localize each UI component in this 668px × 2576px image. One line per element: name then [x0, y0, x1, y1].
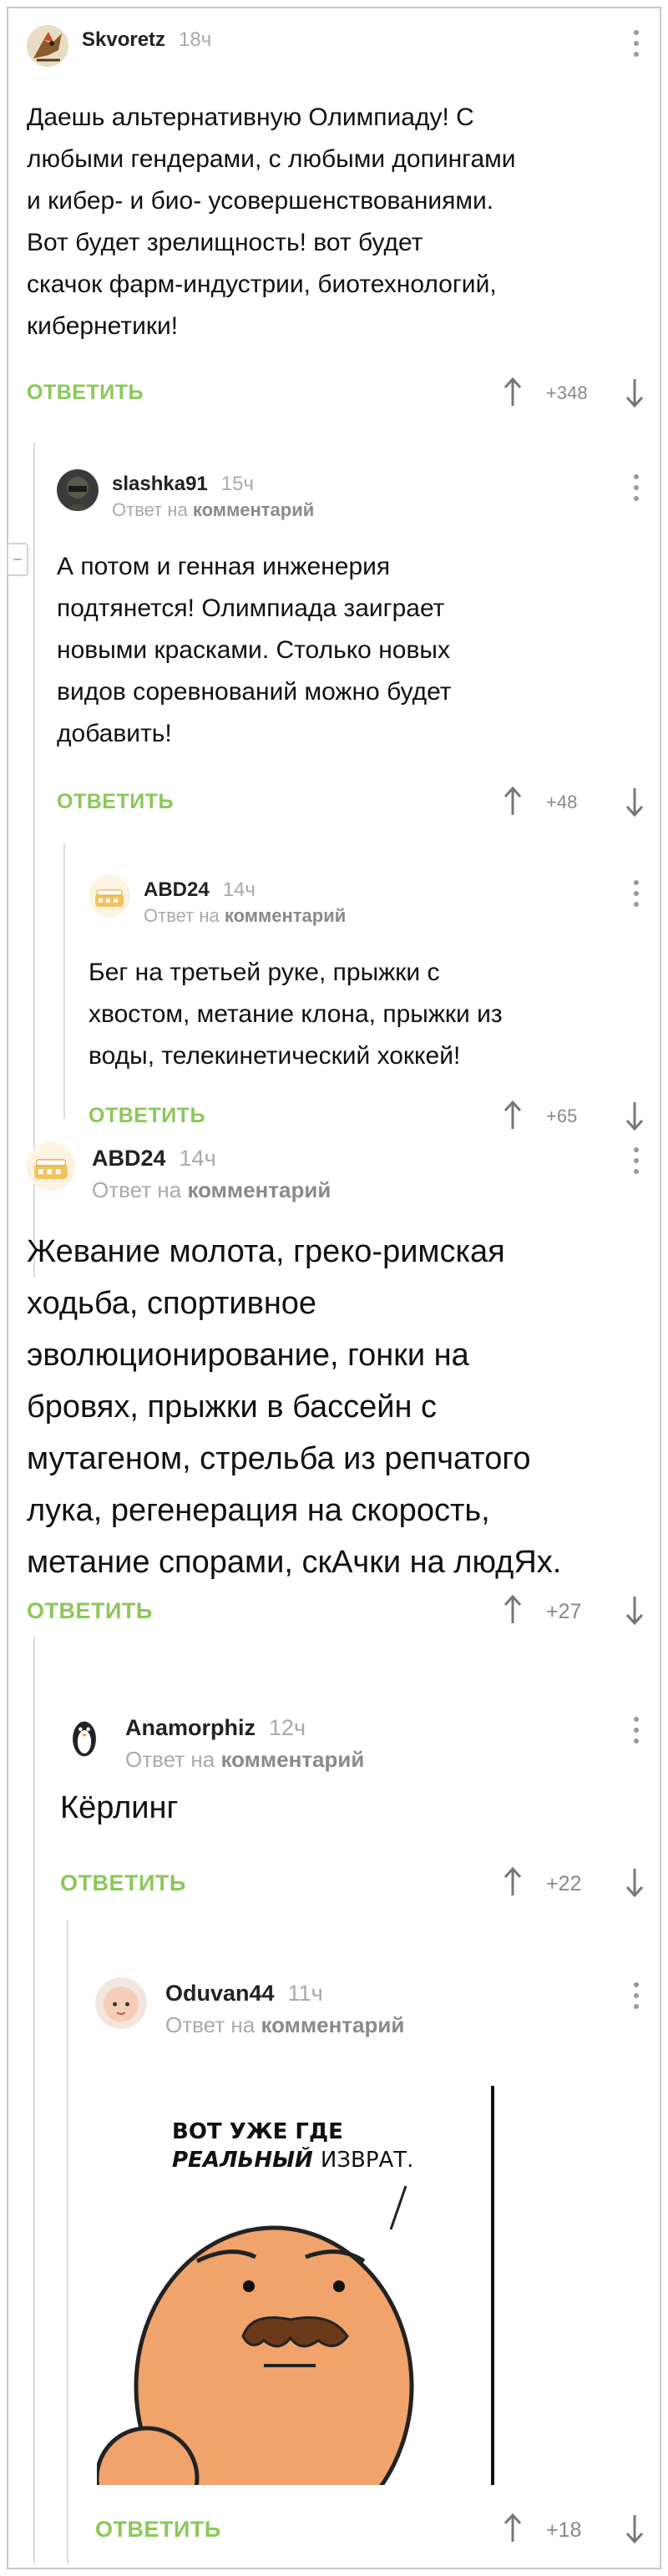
arrow-down-icon[interactable] — [625, 2513, 645, 2543]
reply-button[interactable]: ОТВЕТИТЬ — [89, 1104, 205, 1128]
avatar-sandwich-icon — [89, 875, 130, 917]
reply-to-label[interactable]: Ответ на комментарий — [92, 1177, 331, 1203]
arrow-up-icon[interactable] — [503, 787, 523, 817]
arrow-up-icon[interactable] — [503, 1867, 523, 1897]
comment-text: А потом и генная инженерия подтянется! О… — [57, 553, 452, 747]
comment-header: ABD24 14ч Ответ на комментарий — [27, 1142, 645, 1202]
arrow-up-icon[interactable] — [503, 377, 523, 407]
avatar[interactable] — [60, 1712, 109, 1760]
avatar-baby-icon — [95, 1977, 147, 2029]
score: +22 — [546, 1872, 582, 1895]
comment-actions: ОТВЕТИТЬ +22 — [60, 1865, 645, 1899]
more-vertical-icon[interactable] — [628, 1144, 645, 1177]
comment-image[interactable]: ВОТ УЖЕ ГДЕ РЕАЛЬНЫЙ ИЗВРАТ. — [97, 2086, 504, 2485]
arrow-down-icon[interactable] — [625, 1595, 645, 1625]
avatar[interactable] — [57, 469, 99, 511]
comment-actions: ОТВЕТИТЬ +27 — [27, 1593, 645, 1627]
thread-line[interactable] — [33, 1637, 35, 2563]
reply-button[interactable]: ОТВЕТИТЬ — [57, 790, 174, 814]
comment-time: 14ч — [222, 878, 256, 901]
avatar[interactable] — [27, 1142, 75, 1191]
more-vertical-icon[interactable] — [628, 1979, 645, 2012]
reply-to-label[interactable]: Ответ на комментарий — [144, 905, 346, 927]
arrow-down-icon[interactable] — [625, 787, 645, 817]
more-vertical-icon[interactable] — [628, 27, 645, 60]
comment-time: 15ч — [220, 473, 254, 495]
comment-text: Жевание молота, греко-римская ходьба, сп… — [27, 1234, 562, 1580]
more-vertical-icon[interactable] — [628, 471, 645, 504]
comment: ABD24 14ч Ответ на комментарий Жевание мо… — [27, 1142, 645, 1625]
vote-widget: +348 — [503, 376, 645, 409]
comment-header: Anamorphiz 12ч Ответ на комментарий — [60, 1712, 645, 1772]
avatar-sandwich-icon — [27, 1142, 75, 1191]
comment-actions: ОТВЕТИТЬ +48 — [57, 785, 645, 818]
comment-header: ABD24 14ч Ответ на комментарий — [89, 875, 645, 927]
comment-text: Кёрлинг — [60, 1790, 179, 1825]
reply-button[interactable]: ОТВЕТИТЬ — [60, 1870, 186, 1896]
reply-button[interactable]: ОТВЕТИТЬ — [95, 2517, 221, 2543]
comment-author[interactable]: Skvoretz 18ч — [82, 28, 211, 52]
comment-author[interactable]: Oduvan44 11ч — [165, 1981, 323, 2007]
comment-actions: ОТВЕТИТЬ +65 — [89, 1099, 645, 1132]
arrow-up-icon[interactable] — [503, 1595, 523, 1625]
meme-caption: ВОТ УЖЕ ГДЕ РЕАЛЬНЫЙ ИЗВРАТ. — [172, 2119, 414, 2173]
comment-actions: ОТВЕТИТЬ +18 — [95, 2512, 645, 2545]
arrow-down-icon[interactable] — [625, 1101, 645, 1131]
arrow-up-icon[interactable] — [503, 1101, 523, 1131]
comment-time: 14ч — [179, 1146, 216, 1171]
score: +48 — [546, 792, 578, 812]
avatar[interactable] — [95, 1977, 147, 2029]
score: +348 — [546, 382, 588, 403]
more-vertical-icon[interactable] — [628, 1713, 645, 1747]
comment: slashka91 15ч Ответ на комментарий А пото… — [57, 469, 645, 817]
comment-actions: ОТВЕТИТЬ +348 — [27, 376, 645, 409]
avatar[interactable] — [89, 875, 130, 917]
thread-line[interactable] — [67, 1921, 68, 2563]
reply-button[interactable]: ОТВЕТИТЬ — [27, 381, 144, 405]
reply-to-label[interactable]: Ответ на комментарий — [165, 2012, 404, 2038]
vote-widget: +48 — [503, 785, 645, 818]
comment-text: Бег на третьей руке, прыжки с хвостом, м… — [89, 959, 503, 1070]
comment-header: Skvoretz 18ч — [27, 25, 645, 75]
more-vertical-icon[interactable] — [628, 877, 645, 910]
arrow-up-icon[interactable] — [503, 2513, 523, 2543]
comment: Anamorphiz 12ч Ответ на комментарий Кёрли… — [60, 1712, 645, 1897]
reply-button[interactable]: ОТВЕТИТЬ — [27, 1598, 153, 1624]
arrow-down-icon[interactable] — [625, 377, 645, 407]
vote-widget: +27 — [503, 1593, 645, 1627]
avatar-penguin-icon — [60, 1712, 109, 1760]
comment-time: 12ч — [269, 1715, 306, 1740]
comment: ABD24 14ч Ответ на комментарий Бег на тре… — [89, 875, 645, 1131]
score: +27 — [546, 1600, 582, 1623]
vote-widget: +18 — [503, 2512, 645, 2545]
reply-to-label[interactable]: Ответ на комментарий — [112, 499, 314, 521]
comment: Skvoretz 18ч Даешь альтернативную Олимпиа… — [27, 25, 645, 407]
collapse-thread-button[interactable] — [7, 543, 28, 576]
comment-header: Oduvan44 11ч Ответ на комментарий — [95, 1977, 645, 2037]
comment-author[interactable]: slashka91 15ч — [112, 473, 254, 496]
score: +18 — [546, 2518, 582, 2542]
comment: Oduvan44 11ч Ответ на комментарий ВОТ УЖЕ… — [95, 1977, 645, 2543]
avatar-bird-icon — [27, 25, 68, 67]
vote-widget: +22 — [503, 1865, 645, 1899]
vote-widget: +65 — [503, 1099, 645, 1132]
avatar-helmet-icon — [57, 469, 99, 511]
thread-line[interactable] — [63, 843, 65, 1119]
comment-author[interactable]: ABD24 14ч — [92, 1146, 216, 1172]
reply-to-label[interactable]: Ответ на комментарий — [125, 1747, 364, 1773]
score: +65 — [546, 1106, 578, 1126]
comment-time: 18ч — [179, 28, 212, 51]
comment-text: Даешь альтернативную Олимпиаду! С любыми… — [27, 104, 516, 340]
avatar[interactable] — [27, 25, 68, 67]
arrow-down-icon[interactable] — [625, 1867, 645, 1897]
comment-author[interactable]: Anamorphiz 12ч — [125, 1715, 306, 1741]
comment-author[interactable]: ABD24 14ч — [144, 878, 256, 902]
comment-header: slashka91 15ч Ответ на комментарий — [57, 469, 645, 521]
comment-time: 11ч — [287, 1981, 323, 2006]
comments-page: Skvoretz 18ч Даешь альтернативную Олимпиа… — [7, 7, 661, 2569]
